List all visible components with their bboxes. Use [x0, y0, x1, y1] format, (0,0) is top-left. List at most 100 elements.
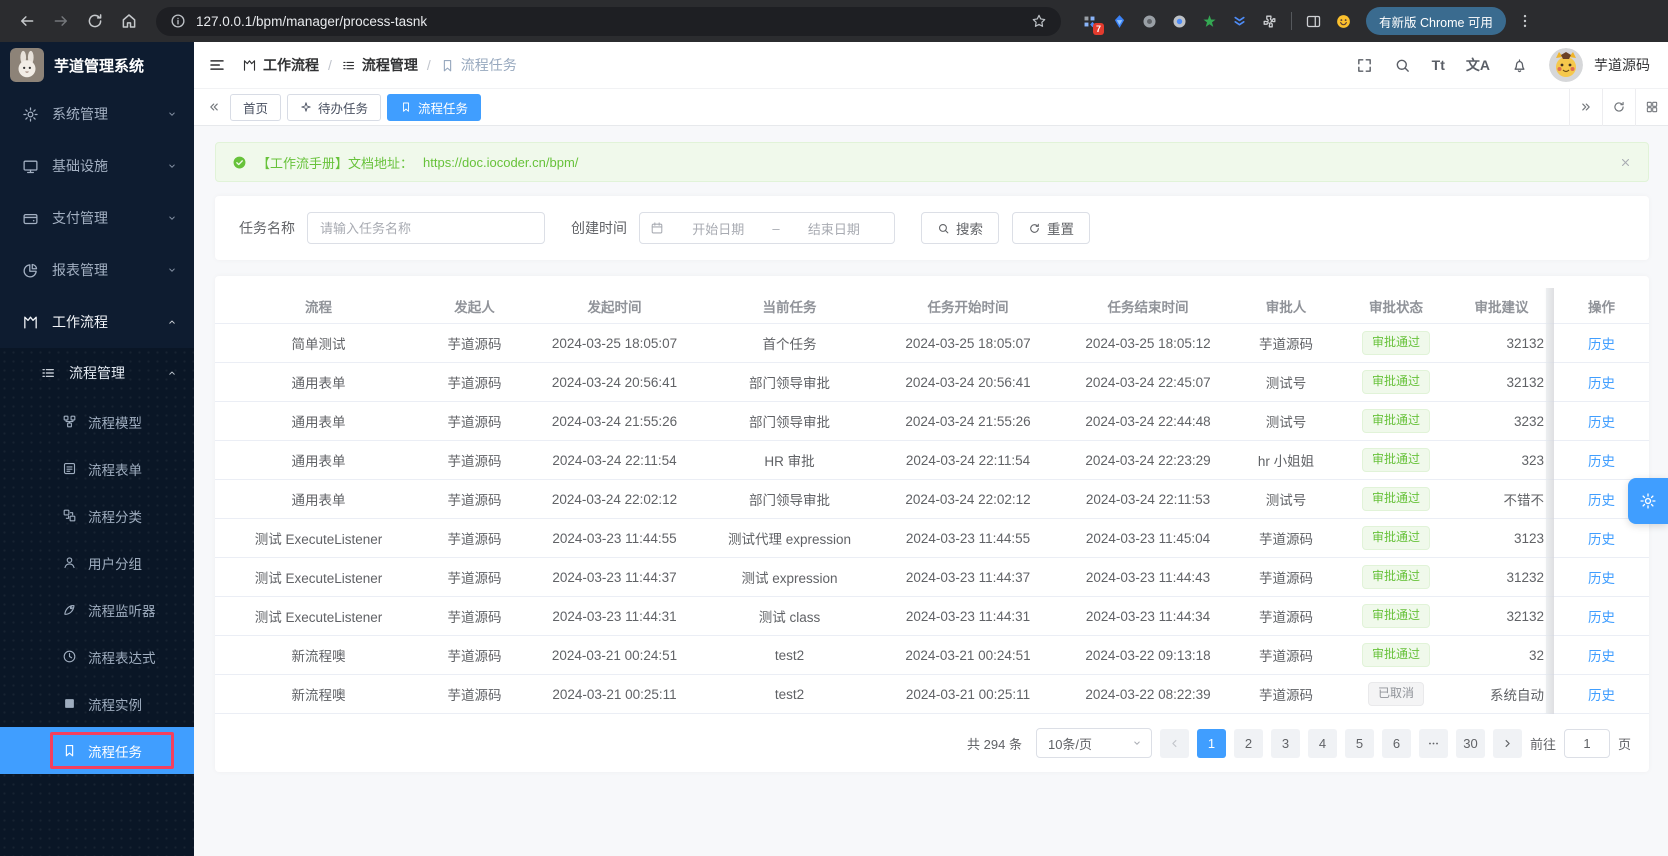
breadcrumb-item-1[interactable]: 流程管理: [341, 55, 418, 75]
chrome-update-chip[interactable]: 有新版 Chrome 可用: [1366, 7, 1506, 35]
page-size-select[interactable]: 10条/页: [1035, 728, 1152, 758]
table-scrollbar-gutter[interactable]: [1546, 441, 1554, 479]
extensions-puzzle-icon[interactable]: [1261, 13, 1278, 30]
extension-paraglider-icon[interactable]: [1111, 13, 1128, 30]
sidebar-subitem-4[interactable]: 流程监听器: [0, 586, 194, 633]
side-panel-icon[interactable]: [1305, 13, 1322, 30]
browser-forward-button[interactable]: [46, 6, 76, 36]
form-icon: [63, 462, 76, 475]
table-scrollbar-gutter[interactable]: [1546, 324, 1554, 362]
tab-2[interactable]: 流程任务: [387, 93, 482, 121]
tabs-refresh-button[interactable]: [1602, 88, 1635, 126]
sidebar-subitem-7[interactable]: 流程任务: [0, 727, 194, 774]
goto-page-input[interactable]: [1563, 728, 1610, 758]
table-scrollbar-gutter[interactable]: [1546, 363, 1554, 401]
history-link[interactable]: 历史: [1588, 333, 1615, 353]
pagination-page-30[interactable]: 30: [1455, 728, 1485, 758]
pagination-prev-button[interactable]: [1159, 728, 1189, 758]
pagination-next-button[interactable]: [1492, 728, 1522, 758]
tabs-scroll-right-button[interactable]: [1569, 88, 1602, 126]
alert-doc-link[interactable]: https://doc.iocoder.cn/bpm/: [423, 155, 578, 170]
task-name-input[interactable]: [307, 212, 545, 244]
table-scrollbar-gutter[interactable]: [1546, 558, 1554, 596]
table-scrollbar-gutter[interactable]: [1546, 480, 1554, 518]
profile-smiley-icon[interactable]: [1335, 13, 1352, 30]
pagination-page-5[interactable]: 5: [1344, 728, 1374, 758]
sidebar-item-2[interactable]: 支付管理: [0, 192, 194, 244]
history-link[interactable]: 历史: [1588, 489, 1615, 509]
extension-grid[interactable]: 7: [1081, 13, 1104, 35]
browser-home-button[interactable]: [114, 6, 144, 36]
table-scrollbar-gutter[interactable]: [1546, 288, 1554, 323]
extension-gray-icon[interactable]: [1141, 13, 1158, 30]
sidebar-subitem-1[interactable]: 流程表单: [0, 445, 194, 492]
sidebar-item-3[interactable]: 报表管理: [0, 244, 194, 296]
tab-1[interactable]: 待办任务: [287, 93, 382, 121]
search-icon[interactable]: [1394, 57, 1411, 74]
history-link[interactable]: 历史: [1588, 411, 1615, 431]
sidebar-subitem-2[interactable]: 流程分类: [0, 492, 194, 539]
user-icon: [64, 557, 75, 569]
sidebar-item-label: 支付管理: [52, 210, 108, 226]
history-link[interactable]: 历史: [1588, 528, 1615, 548]
sidebar-item-0[interactable]: 系统管理: [0, 88, 194, 140]
alert-close-button[interactable]: [1619, 156, 1632, 169]
sidebar-group-process-management[interactable]: 流程管理: [0, 348, 194, 398]
extension-chevrons-icon[interactable]: [1231, 13, 1248, 30]
sidebar-subitem-3[interactable]: 用户分组: [0, 539, 194, 586]
pagination-page-4[interactable]: 4: [1307, 728, 1337, 758]
sidebar-subitem-6[interactable]: 流程实例: [0, 680, 194, 727]
app-logo[interactable]: 芋道管理系统: [0, 42, 194, 88]
site-info-icon[interactable]: [170, 13, 186, 29]
table-scrollbar-gutter[interactable]: [1546, 402, 1554, 440]
date-range-picker[interactable]: 开始日期 – 结束日期: [639, 212, 895, 244]
browser-reload-button[interactable]: [80, 6, 110, 36]
search-button[interactable]: 搜索: [921, 212, 999, 244]
sidebar-subitem-label: 流程表达式: [88, 650, 156, 666]
history-link[interactable]: 历史: [1588, 645, 1615, 665]
table-scrollbar-gutter[interactable]: [1546, 675, 1554, 713]
history-link[interactable]: 历史: [1588, 606, 1615, 626]
user-avatar[interactable]: [1549, 48, 1583, 82]
task-name-label: 任务名称: [239, 220, 295, 236]
history-link[interactable]: 历史: [1588, 372, 1615, 392]
tabs-quick-nav-button[interactable]: [1635, 88, 1668, 126]
fullscreen-icon[interactable]: [1356, 57, 1373, 74]
chevron-down-icon: [1134, 741, 1140, 745]
chrome-menu-button[interactable]: [1510, 6, 1540, 36]
table-scrollbar-gutter[interactable]: [1546, 636, 1554, 674]
table-scrollbar-gutter[interactable]: [1546, 519, 1554, 557]
history-link[interactable]: 历史: [1588, 450, 1615, 470]
tab-0[interactable]: 首页: [230, 93, 282, 121]
sidebar-subitem-0[interactable]: 流程模型: [0, 398, 194, 445]
extension-bluedot-icon[interactable]: [1171, 13, 1188, 30]
pagination-page-2[interactable]: 2: [1233, 728, 1263, 758]
reset-button[interactable]: 重置: [1012, 212, 1090, 244]
table-scrollbar-gutter[interactable]: [1546, 597, 1554, 635]
notification-bell-icon[interactable]: [1511, 57, 1528, 74]
pagination-page-1[interactable]: 1: [1196, 728, 1226, 758]
settings-fab-button[interactable]: [1628, 478, 1668, 524]
collapse-sidebar-button[interactable]: [208, 56, 226, 74]
username-label[interactable]: 芋道源码: [1594, 55, 1650, 75]
task-table-card: 流程 发起人 发起时间 当前任务 任务开始时间 任务结束时间 审批人 审批状态 审批建议 操作 简单…: [215, 276, 1649, 772]
translate-icon[interactable]: 文A: [1466, 55, 1490, 75]
history-link[interactable]: 历史: [1588, 684, 1615, 704]
pagination-page-3[interactable]: 3: [1270, 728, 1300, 758]
pagination-page-6[interactable]: 6: [1381, 728, 1411, 758]
browser-back-button[interactable]: [12, 6, 42, 36]
url-bar[interactable]: 127.0.0.1/bpm/manager/process-tasnk: [156, 6, 1061, 36]
pagination-more-button[interactable]: [1418, 728, 1448, 758]
tabs-actions: [1569, 88, 1668, 126]
tabs-bar: 首页 待办任务 流程任务: [194, 88, 1668, 126]
sidebar-subitem-5[interactable]: 流程表达式: [0, 633, 194, 680]
sidebar-item-4[interactable]: 工作流程: [0, 296, 194, 348]
font-size-icon[interactable]: Tt: [1432, 57, 1445, 73]
sidebar-item-1[interactable]: 基础设施: [0, 140, 194, 192]
breadcrumb-item-0[interactable]: 工作流程: [242, 55, 319, 75]
extension-green-star-icon[interactable]: [1201, 13, 1218, 30]
bookmark-star-icon[interactable]: [1031, 13, 1047, 29]
table-row-3: 通用表单 芋道源码 2024-03-24 22:11:54 HR 审批 2024-03-…: [215, 441, 1649, 480]
history-link[interactable]: 历史: [1588, 567, 1615, 587]
tabs-scroll-left-button[interactable]: [198, 89, 230, 126]
